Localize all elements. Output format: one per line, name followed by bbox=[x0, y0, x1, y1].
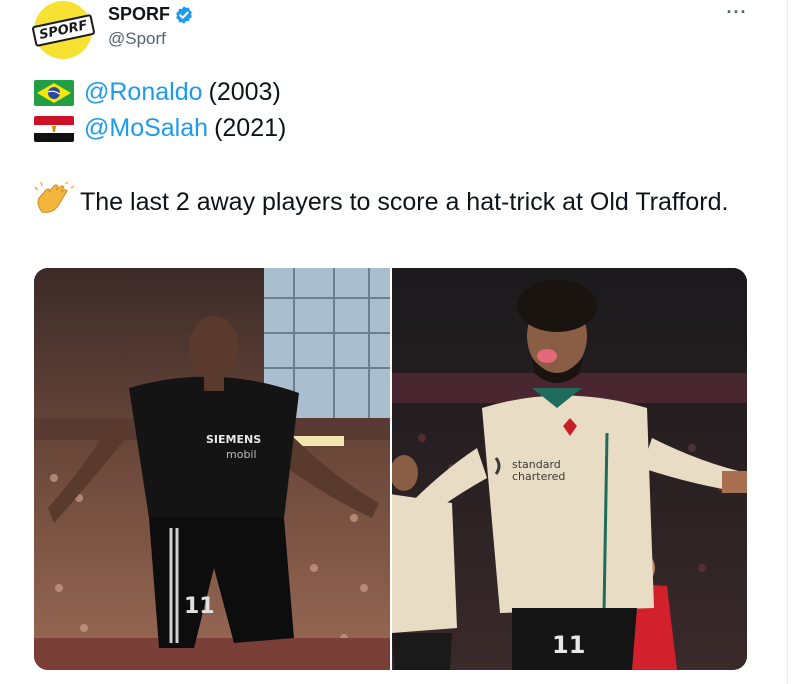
salah-photo[interactable]: standard chartered 11 bbox=[392, 268, 747, 670]
mention-line-salah: @MoSalah (2021) bbox=[34, 114, 286, 143]
mention-line-ronaldo: @Ronaldo (2003) bbox=[34, 78, 281, 107]
year-text: (2021) bbox=[214, 114, 287, 142]
author-handle[interactable]: @Sporf bbox=[108, 29, 166, 49]
svg-text:SIEMENS: SIEMENS bbox=[206, 433, 261, 446]
avatar[interactable]: SPORF bbox=[31, 1, 95, 59]
more-options-button[interactable]: ··· bbox=[722, 0, 752, 24]
verified-badge-icon bbox=[176, 5, 192, 24]
tweet-text: The last 2 away players to score a hat-t… bbox=[34, 182, 744, 221]
media-grid[interactable]: SIEMENS mobil 11 standard chartered 11 bbox=[34, 268, 747, 670]
year-text: (2003) bbox=[208, 78, 281, 106]
svg-text:chartered: chartered bbox=[512, 470, 565, 483]
svg-text:11: 11 bbox=[184, 594, 215, 619]
brazil-flag-icon bbox=[34, 79, 74, 106]
column-divider bbox=[787, 0, 788, 684]
mention-link-ronaldo[interactable]: @Ronaldo bbox=[84, 78, 203, 107]
author-name-row[interactable]: SPORF bbox=[108, 4, 194, 25]
ronaldo-photo[interactable]: SIEMENS mobil 11 bbox=[34, 268, 390, 670]
svg-text:mobil: mobil bbox=[226, 448, 257, 461]
tweet-card: SPORF SPORF @Sporf ··· @Ronaldo (2003) @… bbox=[0, 0, 800, 684]
tweet-text-body: The last 2 away players to score a hat-t… bbox=[80, 188, 729, 216]
author-display-name[interactable]: SPORF bbox=[108, 4, 170, 25]
egypt-flag-icon bbox=[34, 115, 74, 142]
mention-link-salah[interactable]: @MoSalah bbox=[84, 114, 208, 143]
svg-text:11: 11 bbox=[552, 631, 585, 659]
avatar-logo-text: SPORF bbox=[31, 13, 95, 47]
clapping-hands-icon bbox=[34, 182, 74, 213]
